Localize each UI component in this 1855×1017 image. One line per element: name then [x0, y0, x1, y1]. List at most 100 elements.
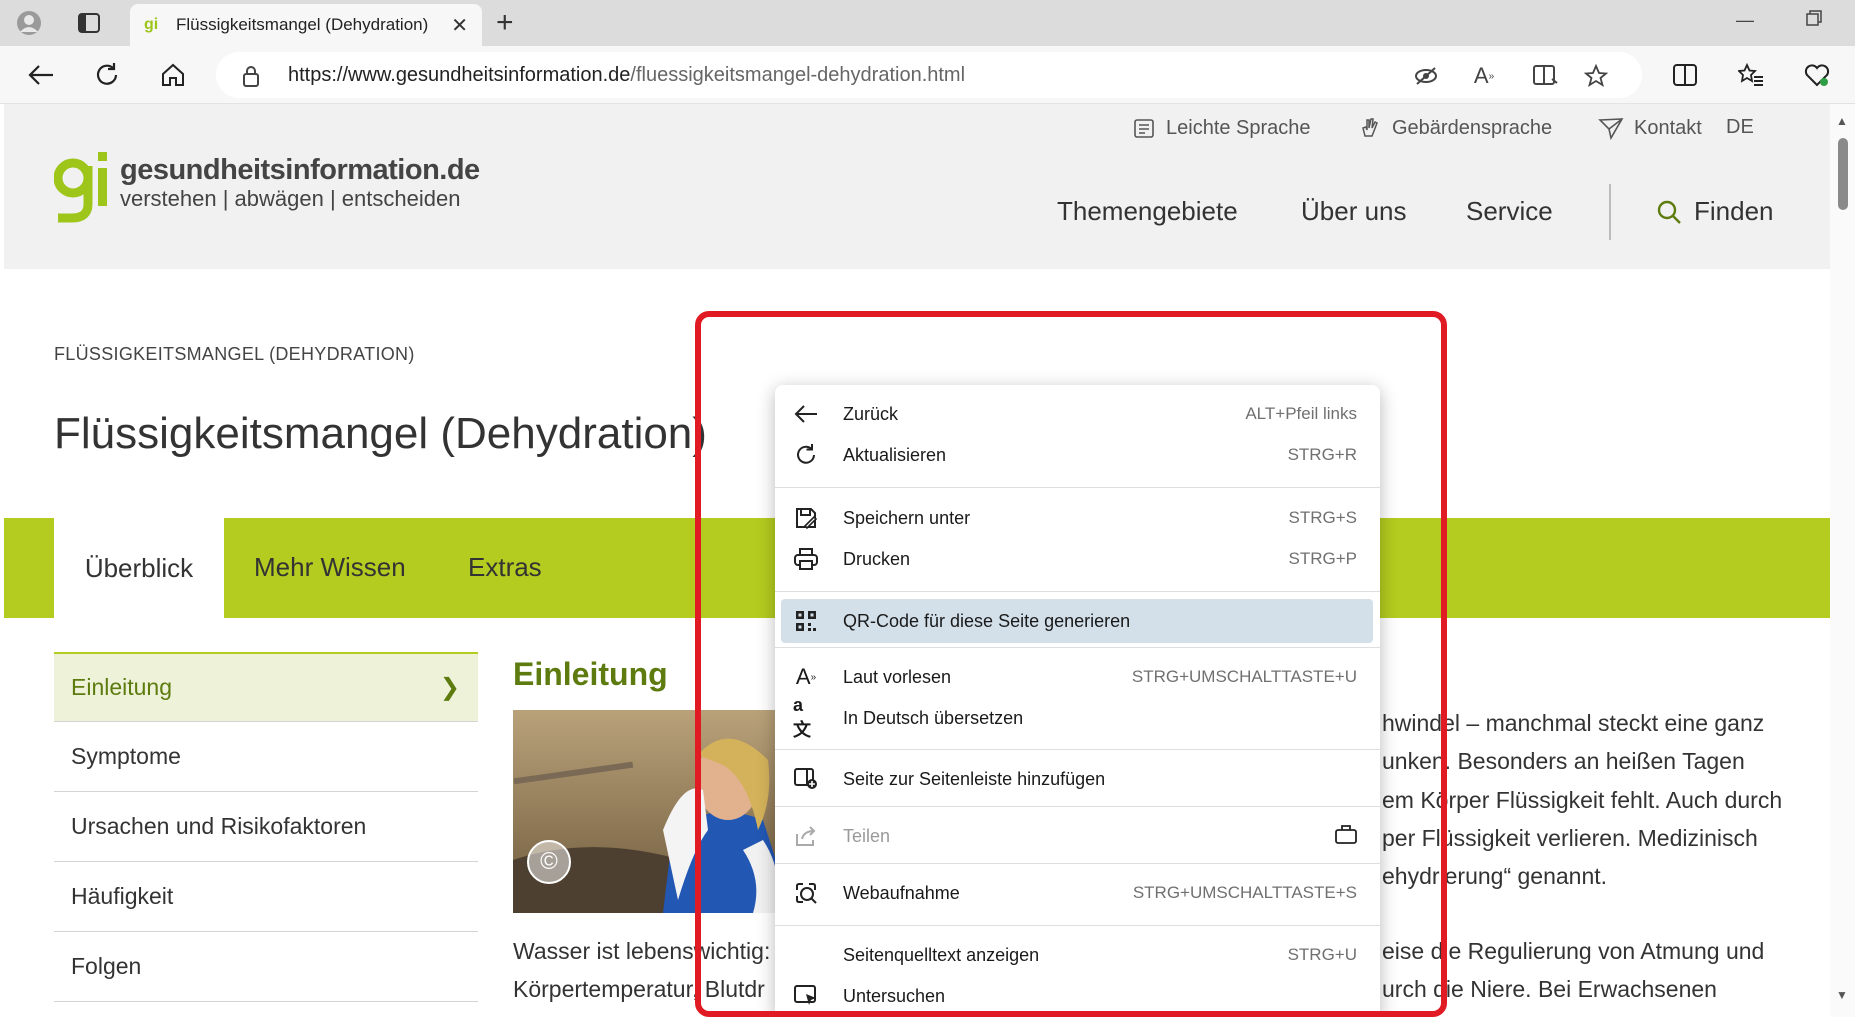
read-aloud-icon: A» — [795, 664, 817, 689]
site-logo-icon[interactable] — [53, 148, 112, 226]
body-text-line: hwindel – manchmal steckt eine ganz — [1382, 710, 1765, 736]
menu-item-label: Aktualisieren — [843, 444, 947, 465]
close-tab-icon[interactable]: ✕ — [451, 13, 468, 38]
menu-item-label: Seitenquelltext anzeigen — [843, 944, 1040, 965]
menu-item-seitenquelltext[interactable]: Seitenquelltext anzeigen STRG+U — [781, 933, 1373, 977]
sign-language-label: Gebärdensprache — [1392, 116, 1553, 139]
sidebar-item-symptome[interactable]: Symptome — [54, 722, 478, 792]
favorites-list-icon[interactable] — [1736, 60, 1766, 90]
scroll-up-icon[interactable]: ▲ — [1836, 114, 1848, 128]
site-header: Leichte Sprache Gebärdensprache Kontakt … — [4, 104, 1830, 269]
menu-item-shortcut: STRG+R — [1287, 445, 1357, 464]
nav-themengebiete[interactable]: Themengebiete — [1057, 196, 1238, 227]
menu-item-label: In Deutsch übersetzen — [843, 707, 1024, 728]
body-text-line: per Flüssigkeit verlieren. Medizinisch — [1382, 825, 1758, 851]
favorite-star-icon[interactable] — [1582, 62, 1610, 90]
menu-separator — [775, 749, 1380, 750]
refresh-icon — [793, 443, 819, 467]
nav-search[interactable]: Finden — [1656, 196, 1774, 227]
menu-item-seitenleiste[interactable]: Seite zur Seitenleiste hinzufügen — [781, 757, 1373, 801]
menu-item-aktualisieren[interactable]: Aktualisieren STRG+R — [781, 433, 1373, 477]
sidebar-item-label: Häufigkeit — [71, 883, 174, 909]
browser-tab-bar: gi Flüssigkeitsmangel (Dehydration) ✕ + … — [0, 0, 1855, 46]
back-arrow-icon — [793, 402, 819, 426]
menu-item-label: Teilen — [843, 825, 891, 846]
menu-item-qr-code[interactable]: QR-Code für diese Seite generieren — [781, 599, 1373, 643]
section-sidebar: Einleitung ❯ Symptome Ursachen und Risik… — [54, 652, 478, 1002]
tab-actions-icon[interactable] — [74, 8, 104, 38]
save-icon — [793, 506, 819, 530]
copyright-icon[interactable]: © — [527, 840, 571, 884]
tab-mehr-wissen[interactable]: Mehr Wissen — [254, 552, 406, 583]
body-text-line: unken. Besonders an heißen Tagen — [1382, 748, 1745, 774]
menu-item-shortcut: STRG+S — [1288, 508, 1358, 527]
sidebar-item-label: Symptome — [71, 743, 181, 769]
immersive-reader-icon[interactable] — [1532, 62, 1560, 90]
menu-item-zurueck[interactable]: Zurück ALT+Pfeil links — [781, 392, 1373, 436]
menu-item-shortcut: STRG+UMSCHALTTASTE+S — [1132, 883, 1357, 902]
sidebar-item-haeufigkeit[interactable]: Häufigkeit — [54, 862, 478, 932]
browser-tab-active[interactable]: gi Flüssigkeitsmangel (Dehydration) ✕ — [130, 4, 482, 46]
contact-label: Kontakt — [1634, 116, 1702, 139]
lock-icon[interactable] — [242, 65, 260, 92]
sidebar-item-ursachen[interactable]: Ursachen und Risikofaktoren — [54, 792, 478, 862]
minimize-icon[interactable]: — — [1736, 10, 1754, 31]
address-bar[interactable]: https://www.gesundheitsinformation.de/fl… — [216, 52, 1642, 98]
menu-item-uebersetzen[interactable]: a文 In Deutsch übersetzen — [781, 695, 1373, 740]
menu-item-shortcut: STRG+P — [1288, 549, 1358, 568]
tab-extras[interactable]: Extras — [468, 552, 542, 583]
search-icon — [1657, 200, 1681, 224]
menu-item-label: Zurück — [843, 403, 899, 424]
page-scrollbar[interactable]: ▲ ▼ — [1830, 104, 1855, 1017]
sidebar-item-einleitung[interactable]: Einleitung ❯ — [54, 652, 478, 722]
tracking-prevention-icon[interactable] — [1412, 62, 1440, 90]
menu-item-label: Seite zur Seitenleiste hinzufügen — [843, 768, 1106, 789]
site-logo-title[interactable]: gesundheitsinformation.de — [120, 154, 480, 187]
body-text-line: urch die Niere. Bei Erwachsenen — [1382, 976, 1717, 1002]
easy-language-link[interactable]: Leichte Sprache — [1132, 116, 1311, 140]
sidebar-item-folgen[interactable]: Folgen — [54, 932, 478, 1002]
menu-item-label: Untersuchen — [843, 985, 946, 1006]
breadcrumb[interactable]: FLÜSSIGKEITSMANGEL (DEHYDRATION) — [54, 344, 415, 365]
menu-item-shortcut: ALT+Pfeil links — [1245, 404, 1357, 423]
nav-service[interactable]: Service — [1466, 196, 1553, 227]
menu-item-shortcut: STRG+UMSCHALTTASTE+U — [1131, 667, 1357, 686]
profile-icon[interactable] — [14, 8, 44, 38]
scroll-down-icon[interactable]: ▼ — [1836, 988, 1848, 1002]
sign-language-hand-icon — [1362, 118, 1378, 137]
menu-item-laut-vorlesen[interactable]: A» Laut vorlesen STRG+UMSCHALTTASTE+U — [781, 655, 1373, 699]
language-switch[interactable]: DE — [1726, 116, 1754, 139]
split-screen-icon[interactable] — [1670, 60, 1700, 90]
tab-ueberblick[interactable]: Überblick — [54, 518, 224, 618]
tab-title: Flüssigkeitsmangel (Dehydration) — [176, 15, 429, 34]
menu-separator — [775, 806, 1380, 807]
back-icon[interactable] — [26, 60, 56, 90]
menu-item-teilen[interactable]: Teilen — [781, 814, 1373, 858]
menu-separator — [775, 863, 1380, 864]
menu-item-label: Webaufnahme — [843, 882, 960, 903]
body-text-line: Körpertemperatur, Blutdr — [513, 976, 765, 1002]
restore-icon[interactable] — [1806, 10, 1822, 31]
menu-item-label: QR-Code für diese Seite generieren — [843, 610, 1131, 631]
reload-icon[interactable] — [92, 60, 122, 90]
menu-item-webaufnahme[interactable]: Webaufnahme STRG+UMSCHALTTASTE+S — [781, 871, 1373, 915]
browser-toolbar: https://www.gesundheitsinformation.de/fl… — [0, 46, 1855, 104]
sidebar-item-label: Folgen — [71, 953, 142, 979]
read-aloud-toolbar-icon[interactable]: A» — [1470, 62, 1498, 90]
browser-essentials-icon[interactable] — [1802, 60, 1832, 90]
sign-language-link[interactable]: Gebärdensprache — [1358, 116, 1552, 140]
menu-item-shortcut: STRG+U — [1287, 945, 1357, 964]
web-capture-icon — [793, 881, 819, 905]
new-tab-icon[interactable]: + — [496, 6, 514, 40]
share-icon — [793, 824, 819, 848]
printer-icon — [793, 547, 819, 571]
menu-item-speichern-unter[interactable]: Speichern unter STRG+S — [781, 496, 1373, 540]
scrollbar-thumb[interactable] — [1838, 138, 1848, 210]
menu-item-label: Drucken — [843, 548, 911, 569]
site-logo-subtitle: verstehen | abwägen | entscheiden — [120, 186, 461, 211]
contact-link[interactable]: Kontakt — [1598, 116, 1702, 140]
menu-item-untersuchen[interactable]: Untersuchen — [781, 974, 1373, 1017]
nav-ueber-uns[interactable]: Über uns — [1301, 196, 1407, 227]
menu-item-drucken[interactable]: Drucken STRG+P — [781, 537, 1373, 581]
home-icon[interactable] — [158, 60, 188, 90]
